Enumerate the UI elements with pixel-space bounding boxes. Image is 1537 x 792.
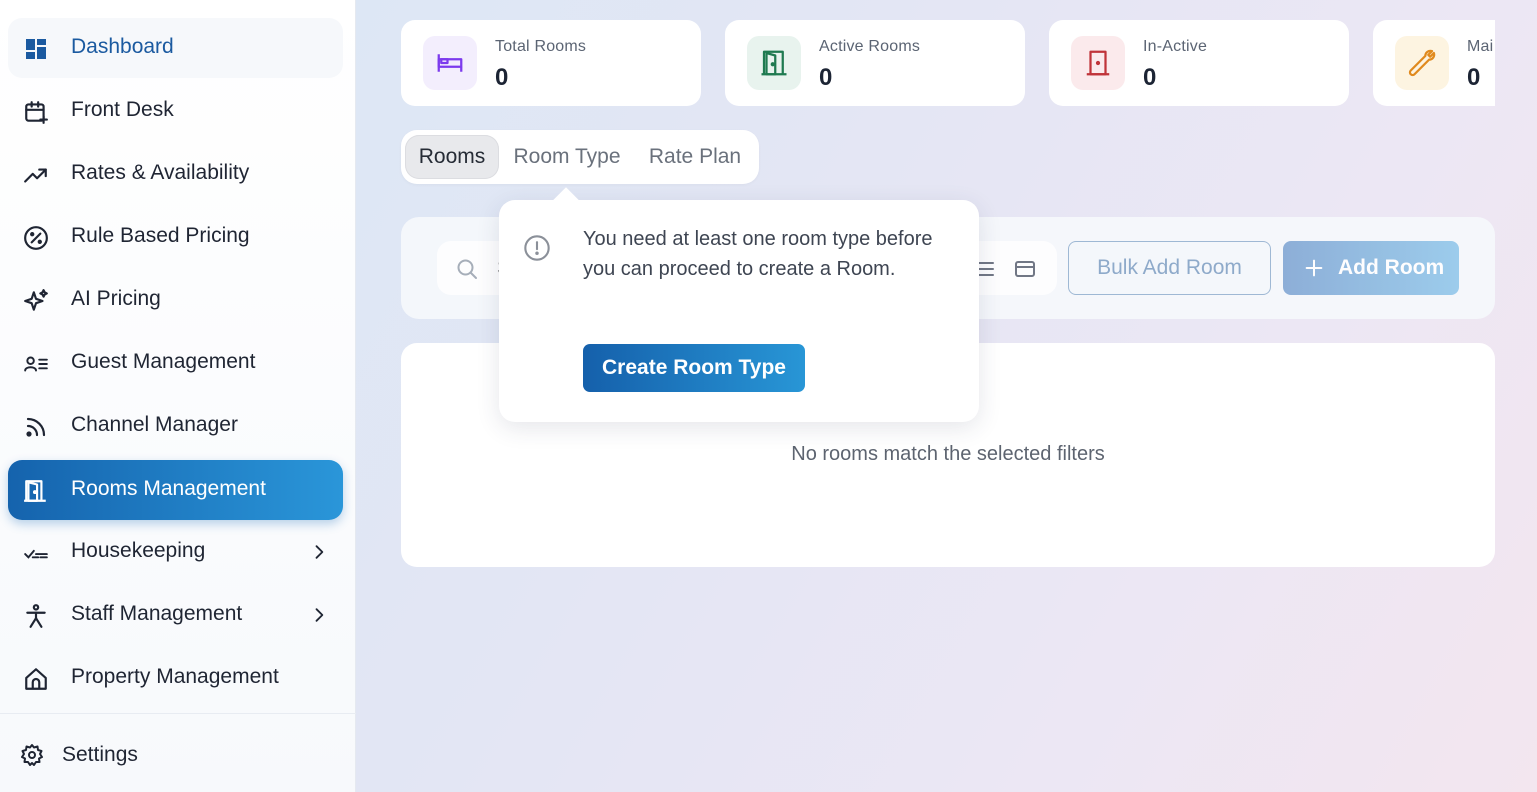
stat-card-inactive: In-Active 0 xyxy=(1049,20,1349,106)
sidebar-item-rates[interactable]: Rates & Availability xyxy=(8,144,343,204)
sidebar-item-label: Channel Manager xyxy=(71,413,238,436)
sidebar-item-label: Dashboard xyxy=(71,35,174,58)
stat-value: 0 xyxy=(1143,64,1157,91)
door-open-icon xyxy=(22,478,50,504)
user-list-icon xyxy=(22,351,50,377)
rss-icon xyxy=(22,414,50,440)
sidebar-item-settings[interactable]: Settings xyxy=(0,726,356,786)
stat-title: Mai xyxy=(1467,38,1494,55)
stat-title: In-Active xyxy=(1143,38,1208,55)
sidebar-item-label: AI Pricing xyxy=(71,287,161,310)
calendar-plus-icon xyxy=(22,99,50,125)
tab-bar: Rooms Room Type Rate Plan xyxy=(401,130,759,184)
bed-icon xyxy=(423,36,477,90)
info-icon xyxy=(523,234,551,262)
sidebar-item-label: Staff Management xyxy=(71,602,243,625)
plus-icon xyxy=(1303,257,1325,279)
stat-cards: Total Rooms 0 Active Rooms 0 In-Active 0… xyxy=(401,20,1495,106)
sidebar-item-front-desk[interactable]: Front Desk xyxy=(8,81,343,141)
gear-icon xyxy=(20,743,46,769)
popover-arrow xyxy=(553,187,579,213)
stat-title: Active Rooms xyxy=(819,38,921,55)
sidebar: Dashboard Front Desk Rates & Availabilit… xyxy=(0,0,356,792)
sidebar-item-label: Guest Management xyxy=(71,350,256,373)
door-open-icon xyxy=(747,36,801,90)
person-icon xyxy=(22,603,50,629)
stat-value: 0 xyxy=(495,64,509,91)
sidebar-item-label: Rooms Management xyxy=(71,477,266,500)
stat-value: 0 xyxy=(819,64,833,91)
stat-card-maintenance: Mai 0 xyxy=(1373,20,1495,106)
stat-value: 0 xyxy=(1467,64,1481,91)
sparkles-icon xyxy=(22,288,50,314)
card-view-icon[interactable] xyxy=(1013,257,1037,281)
checklist-icon xyxy=(22,540,50,566)
percent-circle-icon xyxy=(22,225,50,251)
sidebar-item-housekeeping[interactable]: Housekeeping xyxy=(8,522,343,582)
chevron-right-icon xyxy=(309,605,329,625)
sidebar-item-label: Front Desk xyxy=(71,98,174,121)
sidebar-item-rooms-management[interactable]: Rooms Management xyxy=(8,460,343,520)
popover-message: You need at least one room type before y… xyxy=(583,228,933,280)
tab-room-type[interactable]: Room Type xyxy=(503,135,631,179)
sidebar-item-staff-management[interactable]: Staff Management xyxy=(8,585,343,645)
wrench-icon xyxy=(1395,36,1449,90)
tab-rate-plan[interactable]: Rate Plan xyxy=(639,135,751,179)
sidebar-item-label: Rates & Availability xyxy=(71,161,250,184)
sidebar-divider xyxy=(0,713,356,714)
tab-rooms[interactable]: Rooms xyxy=(405,135,499,179)
sidebar-item-label: Housekeeping xyxy=(71,539,206,562)
bulk-add-room-button[interactable]: Bulk Add Room xyxy=(1068,241,1271,295)
empty-state-message: No rooms match the selected filters xyxy=(791,443,1105,465)
sidebar-item-rule-based-pricing[interactable]: Rule Based Pricing xyxy=(8,207,343,267)
chevron-right-icon xyxy=(309,542,329,562)
door-closed-icon xyxy=(1071,36,1125,90)
room-type-required-popover: You need at least one room type before y… xyxy=(499,187,979,422)
sidebar-item-label: Rule Based Pricing xyxy=(71,224,250,247)
add-room-button[interactable]: Add Room xyxy=(1283,241,1459,295)
sidebar-item-channel-manager[interactable]: Channel Manager xyxy=(8,396,343,456)
search-icon xyxy=(455,257,479,281)
settings-label: Settings xyxy=(62,743,138,766)
add-room-label: Add Room xyxy=(1338,256,1445,279)
sidebar-item-label: Property Management xyxy=(71,665,279,688)
sidebar-item-ai-pricing[interactable]: AI Pricing xyxy=(8,270,343,330)
sidebar-item-property-management[interactable]: Property Management xyxy=(8,648,343,708)
home-icon xyxy=(22,666,50,692)
trending-up-icon xyxy=(22,162,50,188)
create-room-type-button[interactable]: Create Room Type xyxy=(583,344,805,392)
stat-card-active-rooms: Active Rooms 0 xyxy=(725,20,1025,106)
stat-title: Total Rooms xyxy=(495,38,587,55)
stat-card-total-rooms: Total Rooms 0 xyxy=(401,20,701,106)
dashboard-icon xyxy=(22,36,50,62)
sidebar-item-guest-management[interactable]: Guest Management xyxy=(8,333,343,393)
sidebar-item-dashboard[interactable]: Dashboard xyxy=(8,18,343,78)
